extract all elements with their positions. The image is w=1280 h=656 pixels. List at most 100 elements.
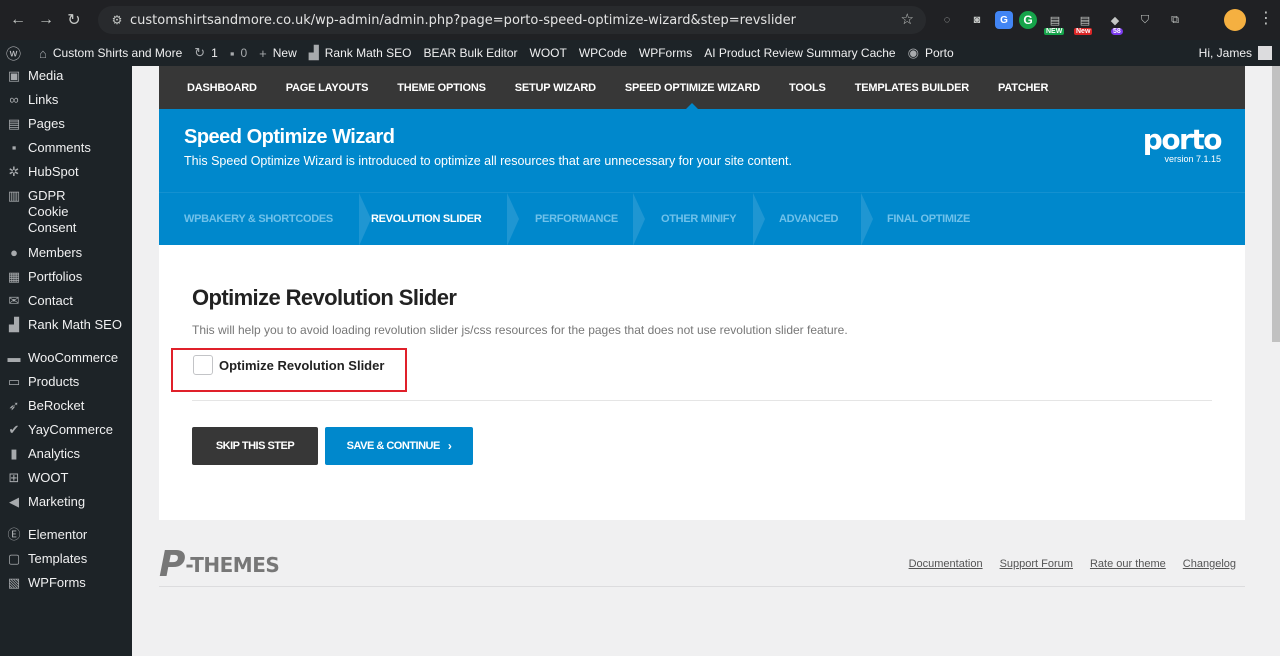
account-menu[interactable]: Hi, James: [1199, 40, 1272, 66]
link-icon: ∞: [9, 92, 19, 107]
extension-count-icon[interactable]: ◆ 58: [1103, 9, 1127, 35]
extension-icon[interactable]: ◌: [935, 9, 959, 31]
comments-link[interactable]: ▪ 0: [224, 40, 253, 66]
sidebar-item-members[interactable]: ● Members: [0, 241, 132, 265]
sidebar-item-products[interactable]: ▭ Products: [0, 370, 132, 394]
changelog-link[interactable]: Changelog: [1183, 558, 1236, 570]
lock-icon: ▥: [7, 188, 21, 203]
adminbar-item-woot[interactable]: WOOT: [524, 40, 573, 66]
analytics-icon: ▮: [10, 446, 18, 461]
documentation-link[interactable]: Documentation: [909, 558, 983, 570]
step-advanced[interactable]: ADVANCED: [749, 192, 873, 246]
sidebar-item-label: GDPR Cookie Consent: [28, 188, 77, 235]
sidebar-separator: [0, 337, 132, 346]
sidebar-item-wpforms[interactable]: ▧ WPForms: [0, 571, 132, 595]
sidebar-item-elementor[interactable]: Ⓔ Elementor: [0, 523, 132, 547]
wizard-banner: Speed Optimize Wizard This Speed Optimiz…: [159, 109, 1245, 192]
step-final-optimize[interactable]: FINAL OPTIMIZE: [857, 193, 987, 246]
chevron-right-icon: ›: [447, 439, 452, 453]
sidebar-item-comments[interactable]: ▪ Comments: [0, 136, 132, 160]
sidebar-item-label: Comments: [28, 140, 91, 155]
optimize-revslider-label[interactable]: Optimize Revolution Slider: [219, 358, 384, 373]
menu-dots-icon[interactable]: ⋮: [1258, 8, 1274, 28]
adminbar-item-porto[interactable]: ◉ Porto: [902, 40, 960, 66]
wizard-steps: WPBAKERY & SHORTCODES REVOLUTION SLIDER PE…: [159, 192, 1245, 246]
adminbar-item-rankmath[interactable]: ▟ Rank Math SEO: [303, 40, 418, 66]
topnav-item-templates-builder[interactable]: TEMPLATES BUILDER: [855, 66, 970, 109]
adminbar-item-wpcode[interactable]: WPCode: [573, 40, 633, 66]
topnav-item-page-layouts[interactable]: PAGE LAYOUTS: [286, 66, 369, 109]
forward-icon[interactable]: →: [32, 6, 60, 34]
topnav-item-dashboard[interactable]: DASHBOARD: [187, 66, 257, 109]
main-content: DASHBOARD PAGE LAYOUTS THEME OPTIONS SETUP …: [132, 66, 1280, 656]
topnav-item-theme-options[interactable]: THEME OPTIONS: [397, 66, 486, 109]
rankmath-icon: ▟: [9, 317, 19, 332]
puzzle-icon[interactable]: ⧉: [1163, 9, 1187, 31]
translate-icon[interactable]: G: [995, 11, 1013, 29]
save-continue-button[interactable]: SAVE & CONTINUE ›: [325, 427, 473, 465]
sidebar-item-gdpr-cookie-consent[interactable]: ▥ GDPR Cookie Consent: [0, 184, 132, 241]
sidebar-item-marketing[interactable]: ◀ Marketing: [0, 490, 132, 514]
site-info-icon[interactable]: ⚙: [104, 13, 130, 27]
shield-icon[interactable]: ⛉: [1133, 9, 1157, 31]
optimize-revslider-checkbox[interactable]: [193, 355, 213, 375]
sidebar-item-woot[interactable]: ⊞ WOOT: [0, 466, 132, 490]
topnav-item-speed-optimize-wizard[interactable]: SPEED OPTIMIZE WIZARD: [625, 66, 760, 109]
sidebar-item-analytics[interactable]: ▮ Analytics: [0, 442, 132, 466]
pages-icon: ▤: [7, 116, 21, 131]
step-revolution-slider[interactable]: REVOLUTION SLIDER: [355, 192, 519, 246]
updates-link[interactable]: ↻ 1: [188, 40, 224, 66]
sidebar-item-label: Marketing: [28, 494, 86, 509]
url-text: customshirtsandmore.co.uk/wp-admin/admin…: [130, 12, 797, 28]
sidebar-item-portfolios[interactable]: ▦ Portfolios: [0, 265, 132, 289]
step-title: Optimize Revolution Slider: [192, 285, 457, 310]
profile-avatar[interactable]: [1224, 9, 1246, 31]
grid-icon: ⊞: [8, 470, 20, 485]
sidebar-item-links[interactable]: ∞ Links: [0, 88, 132, 112]
extension-new-red-icon[interactable]: ▤ New: [1073, 9, 1097, 35]
sidebar-item-label: WPForms: [28, 575, 86, 590]
topnav-item-setup-wizard[interactable]: SETUP WIZARD: [515, 66, 596, 109]
sidebar-item-label: Links: [28, 92, 59, 107]
sidebar-item-woocommerce[interactable]: ▬ WooCommerce: [0, 346, 132, 370]
step-performance[interactable]: PERFORMANCE: [503, 192, 645, 246]
reload-icon[interactable]: ↻: [60, 6, 88, 34]
topnav-item-tools[interactable]: TOOLS: [789, 66, 826, 109]
grammarly-icon[interactable]: G: [1019, 11, 1037, 29]
adminbar-item-ai-review[interactable]: AI Product Review Summary Cache: [698, 40, 901, 66]
support-forum-link[interactable]: Support Forum: [1000, 558, 1073, 570]
porto-top-nav: DASHBOARD PAGE LAYOUTS THEME OPTIONS SETUP …: [159, 66, 1245, 109]
wp-admin-bar: ⓦ ⌂ Custom Shirts and More ↻ 1 ▪ 0 + New ▟ Ra…: [0, 40, 1280, 66]
adminbar-item-bear[interactable]: BEAR Bulk Editor: [417, 40, 523, 66]
footer-links: Documentation Support Forum Rate our the…: [909, 558, 1236, 570]
sidebar-item-media[interactable]: ▣ Media: [0, 66, 132, 88]
extension-new-icon[interactable]: ▤ NEW: [1043, 9, 1067, 35]
topnav-item-patcher[interactable]: PATCHER: [998, 66, 1048, 109]
page-scrollbar[interactable]: [1272, 66, 1280, 342]
sidebar-item-berocket[interactable]: ➶ BeRocket: [0, 394, 132, 418]
porto-logo: porto: [1142, 123, 1223, 156]
portfolios-icon: ▦: [7, 269, 21, 284]
adminbar-item-wpforms[interactable]: WPForms: [633, 40, 698, 66]
sidebar-item-rank-math-seo[interactable]: ▟ Rank Math SEO: [0, 313, 132, 337]
step-other-minify[interactable]: OTHER MINIFY: [629, 192, 765, 246]
page-subtitle: This Speed Optimize Wizard is introduced…: [184, 154, 792, 168]
site-name-link[interactable]: ⌂ Custom Shirts and More: [33, 40, 188, 66]
address-bar[interactable]: ⚙ customshirtsandmore.co.uk/wp-admin/adm…: [98, 6, 926, 34]
sidebar-item-contact[interactable]: ✉ Contact: [0, 289, 132, 313]
rankmath-icon: ▟: [308, 45, 319, 60]
rate-theme-link[interactable]: Rate our theme: [1090, 558, 1166, 570]
wp-logo-icon[interactable]: ⓦ: [0, 40, 33, 66]
updates-icon: ↻: [194, 45, 206, 60]
back-icon[interactable]: ←: [4, 6, 32, 34]
camera-icon[interactable]: ◙: [965, 9, 989, 31]
sidebar-item-templates[interactable]: ▢ Templates: [0, 547, 132, 571]
step-wpbakery-shortcodes[interactable]: WPBAKERY & SHORTCODES: [159, 192, 371, 246]
divider: [192, 400, 1212, 401]
skip-step-button[interactable]: SKIP THIS STEP: [192, 427, 318, 465]
sidebar-item-pages[interactable]: ▤ Pages: [0, 112, 132, 136]
bookmark-star-icon[interactable]: ☆: [901, 10, 914, 28]
new-content-link[interactable]: + New: [253, 40, 303, 66]
sidebar-item-hubspot[interactable]: ✲ HubSpot: [0, 160, 132, 184]
sidebar-item-yaycommerce[interactable]: ✔ YayCommerce: [0, 418, 132, 442]
